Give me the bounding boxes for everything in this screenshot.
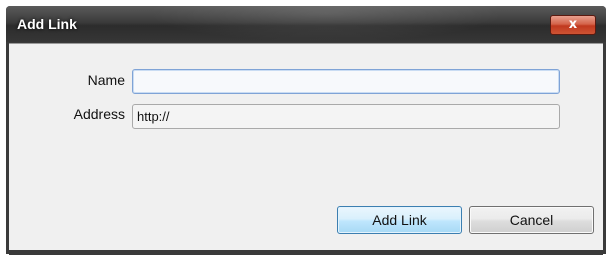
add-link-dialog: Add Link x Name Address Add Link Cancel <box>6 6 606 255</box>
dialog-bottom-border <box>9 250 603 255</box>
dialog-title: Add Link <box>17 16 77 32</box>
dialog-body: Name Address Add Link Cancel <box>9 43 603 255</box>
address-label: Address <box>73 106 125 122</box>
add-link-button[interactable]: Add Link <box>337 206 462 234</box>
cancel-button[interactable]: Cancel <box>469 206 594 234</box>
name-input[interactable] <box>132 69 560 94</box>
close-button[interactable]: x <box>550 15 596 35</box>
address-input[interactable] <box>132 104 560 129</box>
close-icon: x <box>568 17 578 32</box>
name-label: Name <box>87 72 125 88</box>
title-bar-sheen <box>146 6 506 42</box>
title-bar[interactable]: Add Link x <box>6 6 606 42</box>
